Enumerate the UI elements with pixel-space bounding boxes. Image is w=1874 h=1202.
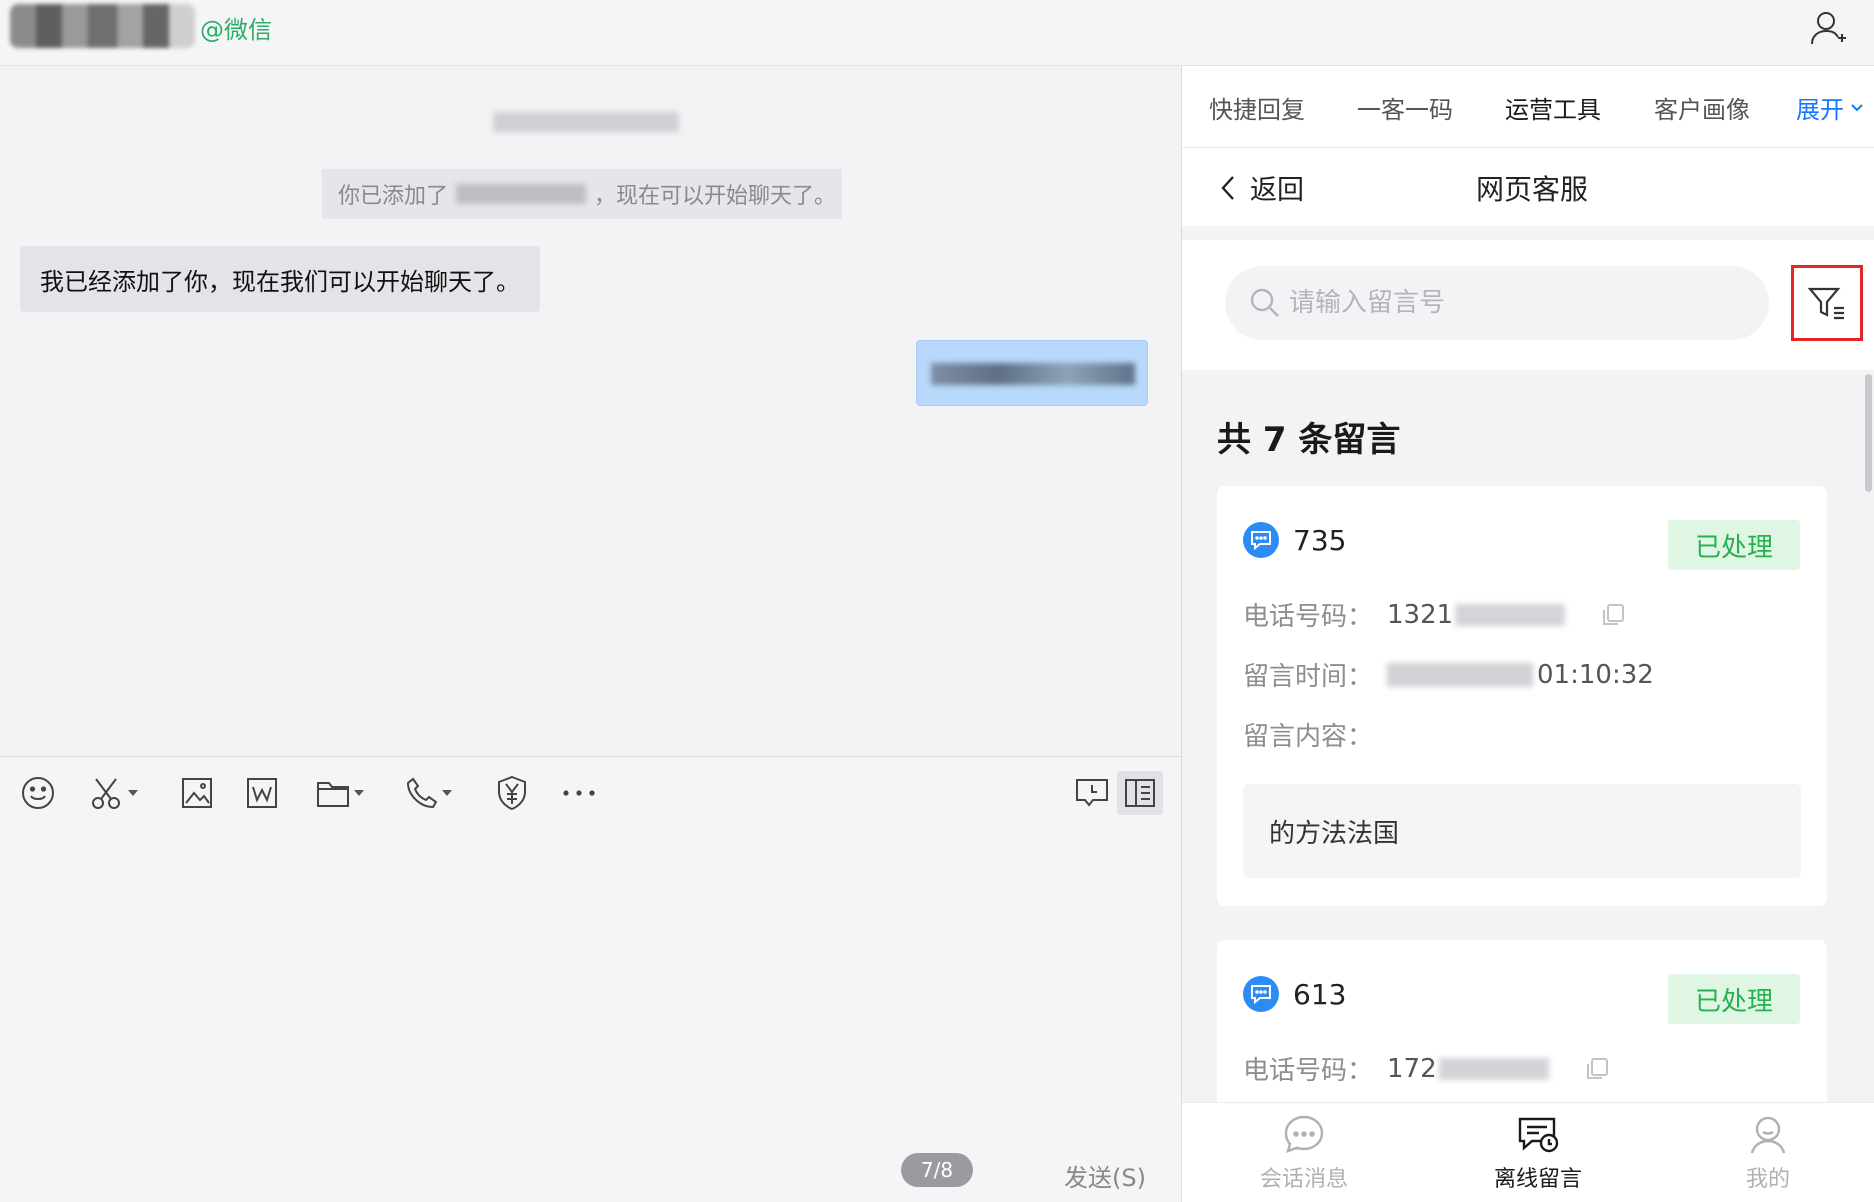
nav-item-me[interactable]: 我的 (1698, 1113, 1838, 1193)
received-message-bubble[interactable]: 我已经添加了你，现在我们可以开始聊天了。 (20, 246, 540, 312)
phone-row: 电话号码： 172 (1243, 1050, 1609, 1087)
chat-bubble-icon (1243, 522, 1279, 558)
nav-label: 离线留言 (1493, 1167, 1582, 1192)
message-total-count: 共 7 条留言 (1217, 420, 1401, 460)
add-user-icon (1811, 12, 1846, 45)
chevron-down-icon (1851, 103, 1863, 111)
message-input-area[interactable] (0, 828, 1181, 1202)
message-id: 735 (1293, 523, 1347, 557)
message-time: 01:10:32 (1537, 659, 1654, 690)
panel-tab-bar: 快捷回复 一客一码 运营工具 客户画像 展开 (1182, 66, 1874, 148)
sent-message-bubble[interactable] (916, 340, 1148, 406)
status-badge: 已处理 (1668, 520, 1800, 570)
message-timestamp-redacted (493, 112, 679, 132)
bottom-nav: 会话消息 离线留言 我的 (1182, 1102, 1874, 1202)
input-toolbar (0, 756, 1181, 828)
side-panel: 快捷回复 一客一码 运营工具 客户画像 展开 返回 网页客服 共 7 条留言 (1182, 66, 1874, 1202)
phone-icon (406, 777, 438, 809)
message-id-row: 735 (1243, 522, 1346, 558)
phone-number-redacted (1455, 603, 1566, 626)
phone-label: 电话号码： (1243, 1056, 1374, 1086)
copy-icon[interactable] (1601, 603, 1625, 627)
panel-subheader: 返回 网页客服 (1182, 148, 1874, 226)
redacted-message-text (931, 363, 1135, 385)
page-indicator: 7/8 (901, 1153, 973, 1187)
message-id: 613 (1293, 977, 1347, 1011)
search-icon (1250, 288, 1279, 317)
message-card[interactable]: 735 已处理 电话号码： 1321 留言时间： 01:10:32 留言内容： … (1217, 486, 1827, 906)
message-number-input[interactable] (1289, 288, 1719, 318)
date-redacted (1387, 662, 1534, 687)
search-row (1182, 240, 1874, 370)
content-label: 留言内容： (1243, 722, 1374, 752)
sidebar-toggle-button[interactable] (1117, 771, 1163, 815)
message-content: 的方法法国 (1243, 784, 1801, 878)
nav-item-offline-messages[interactable]: 离线留言 (1468, 1113, 1608, 1193)
more-icon (563, 790, 595, 796)
chat-bubble-outline-icon (1284, 1115, 1324, 1153)
payment-button[interactable] (496, 773, 528, 813)
status-badge: 已处理 (1668, 974, 1800, 1024)
phone-label: 电话号码： (1243, 602, 1374, 632)
filter-icon (1807, 287, 1844, 320)
message-id-row: 613 (1243, 976, 1346, 1012)
chat-message-area[interactable]: 你已添加了 ，现在可以开始聊天了。 我已经添加了你，现在我们可以开始聊天了。 (0, 66, 1181, 756)
expand-label: 展开 (1796, 96, 1844, 124)
call-caret-icon (442, 790, 452, 796)
time-row: 留言时间： 01:10:32 (1243, 656, 1654, 693)
content-row: 留言内容： (1243, 716, 1373, 753)
screenshot-icon (92, 778, 120, 809)
screenshot-caret-icon (128, 790, 138, 796)
time-label: 留言时间： (1243, 662, 1374, 692)
phone-row: 电话号码： 1321 (1243, 596, 1625, 633)
payment-icon (498, 775, 526, 811)
nav-item-conversations[interactable]: 会话消息 (1234, 1113, 1374, 1193)
contact-source: @微信 (200, 16, 272, 44)
search-box[interactable] (1225, 266, 1769, 340)
offline-message-icon (1518, 1117, 1559, 1153)
expand-tabs-button[interactable]: 展开 (1796, 90, 1864, 125)
chevron-left-icon (1221, 175, 1234, 200)
nav-label: 我的 (1745, 1167, 1790, 1192)
sidebar-layout-icon (1125, 779, 1155, 807)
system-message: 你已添加了 ，现在可以开始聊天了。 (322, 169, 842, 219)
folder-icon (317, 782, 349, 807)
nav-label: 会话消息 (1259, 1167, 1348, 1192)
screenshot-button[interactable] (90, 773, 138, 813)
chat-bubble-icon (1243, 976, 1279, 1012)
call-button[interactable] (406, 773, 452, 813)
add-contact-button[interactable] (1806, 6, 1850, 50)
image-icon (182, 778, 212, 808)
word-file-icon (247, 778, 277, 808)
emoji-icon (22, 777, 54, 809)
file-caret-icon (354, 790, 364, 796)
phone-number: 172 (1387, 1053, 1437, 1084)
tab-operation-tools[interactable]: 运营工具 (1505, 90, 1601, 125)
phone-number: 1321 (1387, 599, 1454, 630)
more-button[interactable] (562, 773, 596, 813)
panel-scrollbar[interactable] (1865, 374, 1872, 492)
filter-button[interactable] (1791, 265, 1863, 341)
copy-icon[interactable] (1585, 1057, 1609, 1081)
back-label: 返回 (1250, 175, 1304, 206)
emoji-button[interactable] (20, 773, 56, 813)
phone-number-redacted (1438, 1057, 1549, 1080)
tab-customer-code[interactable]: 一客一码 (1357, 90, 1453, 125)
document-button[interactable] (245, 773, 279, 813)
back-button[interactable]: 返回 (1220, 168, 1304, 207)
tab-quick-reply[interactable]: 快捷回复 (1209, 90, 1305, 125)
chat-header: @微信 (0, 0, 1874, 66)
page-title: 网页客服 (1476, 173, 1589, 206)
file-button[interactable] (316, 773, 364, 813)
system-message-suffix: ，现在可以开始聊天了。 (594, 184, 837, 209)
chat-history-button[interactable] (1075, 773, 1109, 813)
chat-history-icon (1076, 779, 1108, 807)
send-button[interactable]: 发送(S) (1064, 1158, 1146, 1193)
user-icon (1750, 1116, 1786, 1154)
redacted-name (456, 184, 587, 204)
system-message-prefix: 你已添加了 (338, 184, 449, 209)
image-button[interactable] (180, 773, 214, 813)
contact-name-redacted (10, 4, 195, 48)
tab-customer-profile[interactable]: 客户画像 (1654, 90, 1750, 125)
